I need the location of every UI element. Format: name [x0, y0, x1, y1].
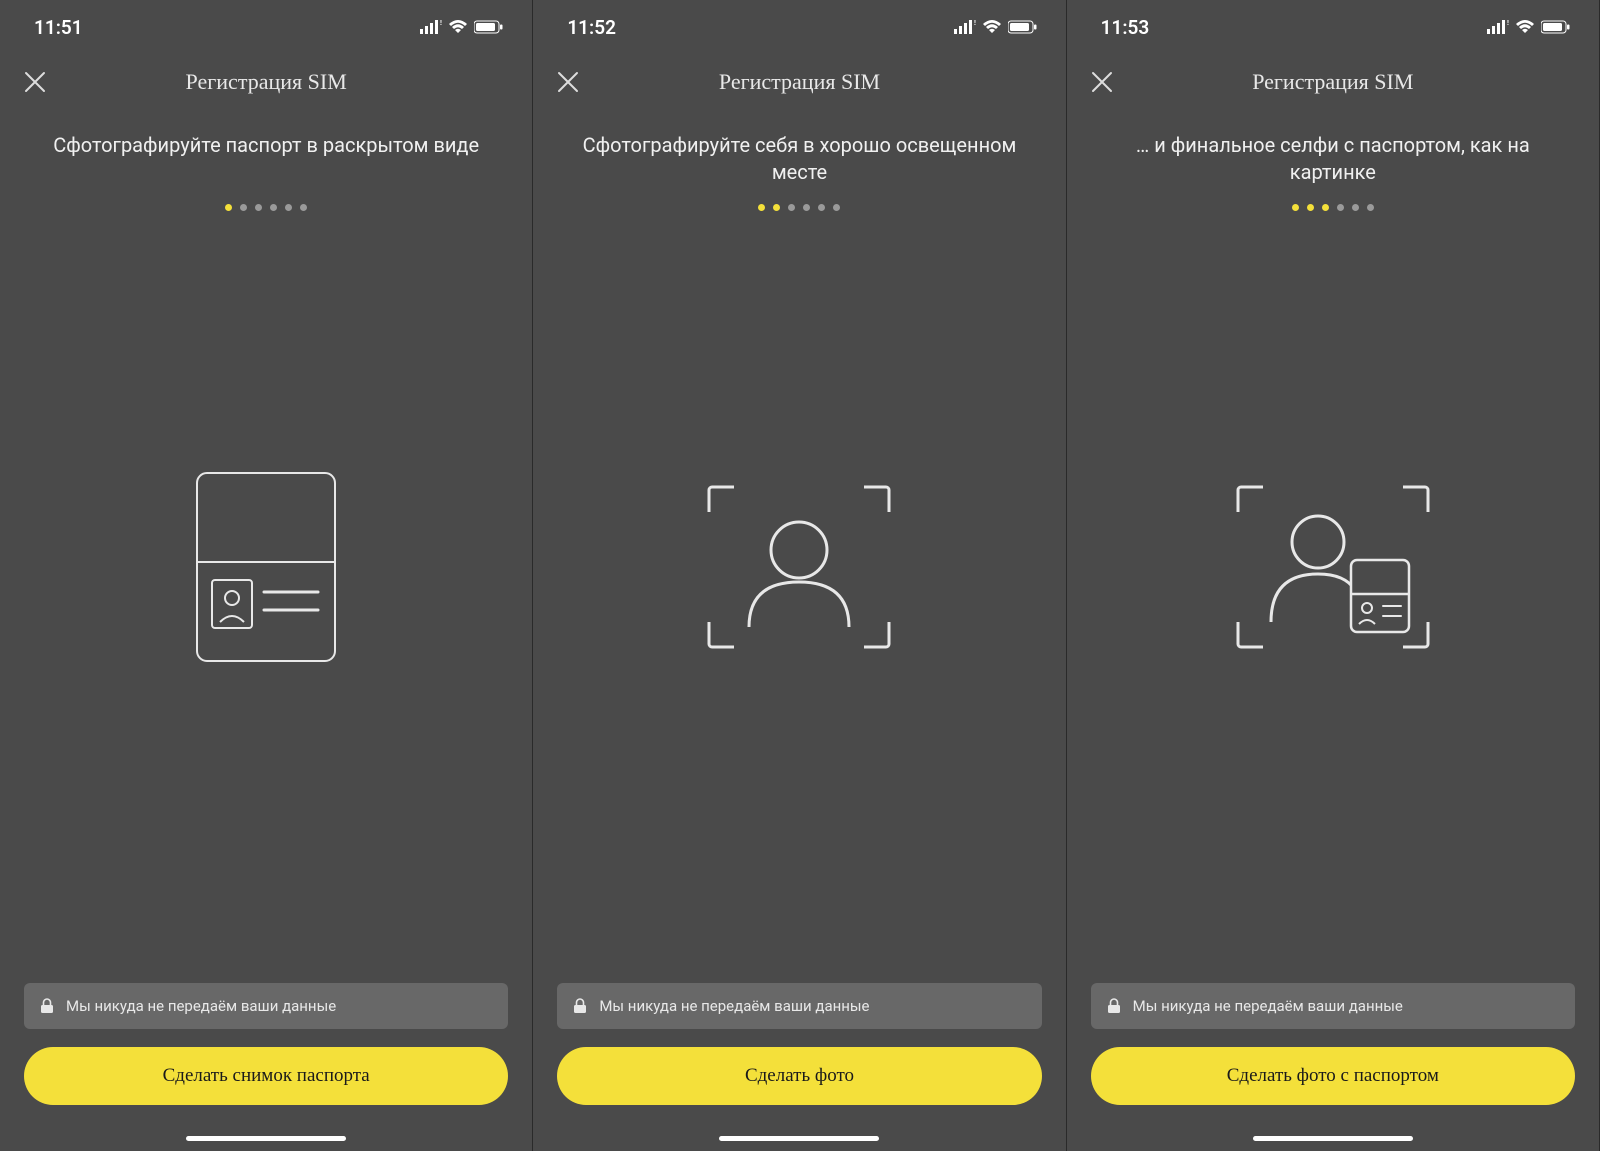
dot: [300, 204, 307, 211]
take-passport-photo-button[interactable]: Сделать снимок паспорта: [24, 1047, 508, 1105]
dot: [255, 204, 262, 211]
svg-text:!: !: [1507, 20, 1509, 27]
illustration-selfie: [533, 211, 1065, 983]
privacy-text: Мы никуда не передаём ваши данные: [599, 997, 869, 1015]
status-time: 11:51: [34, 16, 83, 39]
progress-dots: [1067, 204, 1599, 211]
dot: [833, 204, 840, 211]
lock-icon: [1107, 998, 1121, 1014]
close-icon: [23, 70, 47, 94]
wifi-icon: [982, 20, 1002, 34]
status-time: 11:52: [567, 16, 616, 39]
dot: [1322, 204, 1329, 211]
close-button[interactable]: [553, 67, 583, 97]
dot: [1307, 204, 1314, 211]
page-title: Регистрация SIM: [719, 69, 880, 95]
screen-2: 11:52 ! Регистрация SIM Сфотографируйте …: [533, 0, 1066, 1151]
privacy-notice: Мы никуда не передаём ваши данные: [1091, 983, 1575, 1029]
page-title: Регистрация SIM: [186, 69, 347, 95]
battery-icon: [474, 20, 504, 34]
bottom-area: Мы никуда не передаём ваши данные Сделат…: [533, 983, 1065, 1151]
battery-icon: [1541, 20, 1571, 34]
svg-text:!: !: [440, 20, 442, 27]
privacy-notice: Мы никуда не передаём ваши данные: [557, 983, 1041, 1029]
instruction-text: Сфотографируйте себя в хорошо освещенном…: [533, 110, 1065, 194]
svg-text:!: !: [974, 20, 976, 27]
instruction-text: Сфотографируйте паспорт в раскрытом виде: [0, 110, 532, 194]
privacy-notice: Мы никуда не передаём ваши данные: [24, 983, 508, 1029]
close-icon: [1090, 70, 1114, 94]
dot: [1292, 204, 1299, 211]
page-title: Регистрация SIM: [1252, 69, 1413, 95]
signal-icon: !: [954, 20, 976, 34]
bottom-area: Мы никуда не передаём ваши данные Сделат…: [0, 983, 532, 1151]
status-bar: 11:53 !: [1067, 0, 1599, 54]
instruction-text: … и финальное селфи с паспортом, как на …: [1067, 110, 1599, 194]
dot: [773, 204, 780, 211]
status-icons: !: [420, 20, 504, 34]
dot: [285, 204, 292, 211]
signal-icon: !: [1487, 20, 1509, 34]
dot: [1367, 204, 1374, 211]
header: Регистрация SIM: [0, 54, 532, 110]
take-photo-button[interactable]: Сделать фото: [557, 1047, 1041, 1105]
lock-icon: [40, 998, 54, 1014]
progress-dots: [0, 204, 532, 211]
home-indicator[interactable]: [719, 1136, 879, 1141]
home-indicator[interactable]: [1253, 1136, 1413, 1141]
status-bar: 11:51 !: [0, 0, 532, 54]
dot: [803, 204, 810, 211]
header: Регистрация SIM: [1067, 54, 1599, 110]
dot: [1352, 204, 1359, 211]
signal-icon: !: [420, 20, 442, 34]
wifi-icon: [448, 20, 468, 34]
dot: [240, 204, 247, 211]
selfie-icon: [704, 482, 894, 652]
privacy-text: Мы никуда не передаём ваши данные: [1133, 997, 1403, 1015]
dot: [1337, 204, 1344, 211]
passport-icon: [196, 472, 336, 662]
screen-1: 11:51 ! Регистрация SIM Сфотографируйте …: [0, 0, 533, 1151]
close-icon: [556, 70, 580, 94]
illustration-selfie-passport: [1067, 211, 1599, 983]
screen-3: 11:53 ! Регистрация SIM … и финальное се…: [1067, 0, 1600, 1151]
status-icons: !: [1487, 20, 1571, 34]
selfie-passport-icon: [1233, 482, 1433, 652]
bottom-area: Мы никуда не передаём ваши данные Сделат…: [1067, 983, 1599, 1151]
progress-dots: [533, 204, 1065, 211]
wifi-icon: [1515, 20, 1535, 34]
illustration-passport: [0, 211, 532, 983]
privacy-text: Мы никуда не передаём ваши данные: [66, 997, 336, 1015]
dot: [788, 204, 795, 211]
header: Регистрация SIM: [533, 54, 1065, 110]
home-indicator[interactable]: [186, 1136, 346, 1141]
close-button[interactable]: [20, 67, 50, 97]
lock-icon: [573, 998, 587, 1014]
dot: [758, 204, 765, 211]
status-time: 11:53: [1101, 16, 1150, 39]
dot: [818, 204, 825, 211]
status-bar: 11:52 !: [533, 0, 1065, 54]
battery-icon: [1008, 20, 1038, 34]
status-icons: !: [954, 20, 1038, 34]
take-selfie-passport-button[interactable]: Сделать фото с паспортом: [1091, 1047, 1575, 1105]
close-button[interactable]: [1087, 67, 1117, 97]
dot: [225, 204, 232, 211]
dot: [270, 204, 277, 211]
